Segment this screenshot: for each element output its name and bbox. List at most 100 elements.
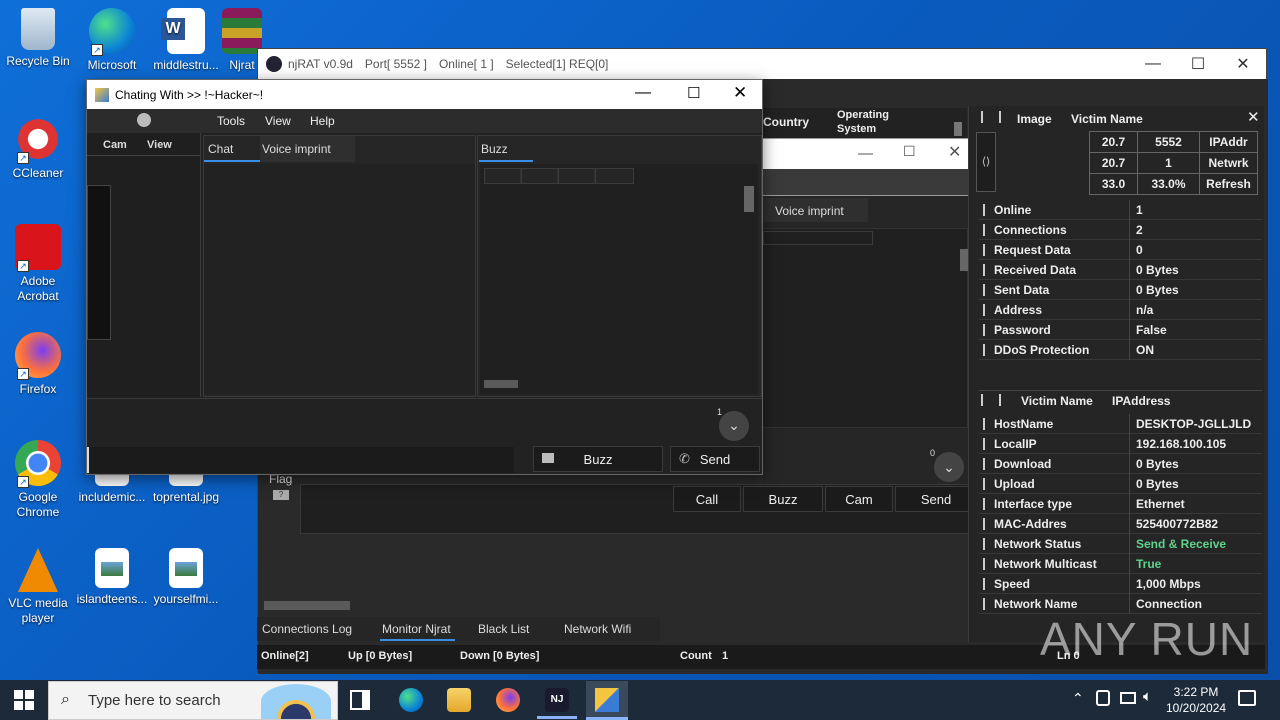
info-value: 0 — [1136, 243, 1143, 257]
info-key: Download — [994, 457, 1052, 471]
info-key: Connections — [994, 223, 1067, 237]
tab-voice-imprint[interactable]: Voice imprint — [262, 142, 331, 156]
maximize-button[interactable]: ☐ — [1175, 49, 1221, 79]
column-country[interactable]: Country — [763, 115, 809, 129]
watermark: ANY RUN — [1040, 613, 1254, 665]
info-value: False — [1136, 323, 1167, 337]
message-input[interactable] — [87, 447, 514, 473]
inner-buzz-button[interactable]: Buzz — [743, 486, 823, 512]
flag-column: Flag ? — [262, 470, 300, 530]
tab-network-wifi[interactable]: Network Wifi — [564, 622, 631, 636]
send-button[interactable]: ✆ Send — [670, 446, 760, 472]
inner-tab-voice-imprint[interactable]: Voice imprint — [775, 204, 844, 218]
task-view-icon[interactable] — [350, 690, 370, 710]
inner-minimize-button[interactable]: — — [858, 145, 873, 162]
chevron-up-icon[interactable]: ⌃ — [1072, 690, 1084, 707]
inner-maximize-button[interactable]: ☐ — [903, 143, 916, 160]
chat-close-button[interactable]: ✕ — [733, 83, 747, 103]
njrat-online: Online[ 1 ] — [438, 57, 494, 71]
buzz-button[interactable]: Buzz — [533, 446, 663, 472]
desktop-icon-njrat[interactable]: Njrat — [222, 8, 262, 73]
refresh-button[interactable]: Refresh — [1200, 174, 1257, 195]
tab-connections-log[interactable]: Connections Log — [262, 622, 352, 636]
horizontal-scrollbar-thumb[interactable] — [264, 601, 350, 610]
menu-help[interactable]: Help — [310, 114, 335, 128]
desktop-icon-vlc[interactable]: VLC media player — [0, 548, 76, 626]
taskbar-firefox-icon[interactable] — [496, 688, 520, 712]
stats-row: 20.7 5552 IPAddr — [1090, 132, 1257, 153]
defender-icon[interactable] — [1096, 690, 1110, 706]
inner-window-toolbar — [763, 169, 976, 195]
minimize-button[interactable]: — — [1130, 49, 1176, 79]
tab-monitor-njrat[interactable]: Monitor Njrat — [382, 622, 451, 636]
taskbar-edge-icon[interactable] — [399, 688, 423, 712]
info-row: Interface type Ethernet — [979, 494, 1262, 514]
desktop-icon-label: CCleaner — [12, 166, 64, 180]
menu-view[interactable]: View — [265, 114, 291, 128]
buzz-vscroll-thumb[interactable] — [744, 186, 754, 212]
scrollbar-thumb[interactable] — [954, 122, 962, 136]
inner-send-button[interactable]: Send — [895, 486, 977, 512]
header2-victim-name[interactable]: Victim Name — [1021, 394, 1093, 408]
inner-close-button[interactable]: ✕ — [948, 142, 961, 162]
tab-black-list[interactable]: Black List — [478, 622, 529, 636]
network-icon[interactable] — [1120, 692, 1136, 704]
notification-icon[interactable] — [1238, 690, 1256, 706]
inner-badge: 0 — [930, 448, 936, 458]
taskbar-njrat-icon[interactable]: NJ — [545, 688, 569, 712]
inner-cam-button[interactable]: Cam — [825, 486, 893, 512]
njrat-title: njRAT v0.9d — [288, 57, 353, 71]
taskbar-file-explorer-icon[interactable] — [447, 688, 471, 712]
taskbar-clock[interactable]: 3:22 PM 10/20/2024 — [1166, 684, 1226, 716]
header-image[interactable]: Image — [1017, 112, 1052, 126]
recycle-bin-icon — [21, 8, 55, 50]
volume-icon[interactable]: 🔈︎ — [1143, 688, 1152, 705]
chat-tabs-pane: Chat Voice imprint — [203, 135, 476, 397]
desktop-icon-chrome[interactable]: ↗ Google Chrome — [0, 440, 76, 520]
desktop-icon-ccleaner[interactable]: ↗ CCleaner — [0, 116, 76, 181]
info-row: Sent Data 0 Bytes — [979, 280, 1262, 300]
desktop-icon-recycle-bin[interactable]: Recycle Bin — [0, 8, 76, 69]
info-key: MAC-Addres — [994, 517, 1067, 531]
chat-maximize-button[interactable]: ☐ — [687, 84, 700, 102]
tab-chat[interactable]: Chat — [208, 142, 233, 156]
chat-menu-cam[interactable]: Cam — [103, 139, 127, 151]
taskbar-active-app[interactable] — [586, 681, 628, 720]
desktop-icon-label: islandteens... — [76, 592, 148, 606]
ccleaner-icon: ↗ — [15, 116, 61, 164]
panel-close-icon[interactable]: ✕ — [1247, 108, 1260, 126]
desktop-icon-yourselfmi[interactable]: yourselfmi... — [148, 548, 224, 607]
desktop-icon-edge[interactable]: ↗ Microsoft Edge — [74, 8, 150, 73]
header2-ipaddress[interactable]: IPAddress — [1112, 394, 1170, 408]
menu-tools[interactable]: Tools — [217, 114, 245, 128]
chat-menu-view[interactable]: View — [147, 139, 172, 151]
desktop-icon-label: Njrat — [229, 58, 255, 72]
inner-chevron-down-icon[interactable]: ⌄ — [934, 452, 964, 482]
chevron-down-icon[interactable]: ⌄ — [719, 411, 749, 441]
chat-minimize-button[interactable]: — — [635, 84, 651, 102]
buzz-pane: Buzz — [477, 135, 762, 397]
njrat-selected: Selected[1] REQ[0] — [505, 57, 609, 71]
acrobat-icon: ↗ — [15, 224, 61, 272]
collapse-toggle[interactable]: ⟨⟩ — [976, 132, 996, 192]
desktop-icon-middlestru[interactable]: W middlestru... — [148, 8, 224, 73]
header-victim-name[interactable]: Victim Name — [1071, 112, 1143, 126]
desktop-icon-firefox[interactable]: ↗ Firefox — [0, 332, 76, 397]
windows-start-icon[interactable] — [14, 690, 34, 710]
stats-cell: 1 — [1138, 153, 1200, 174]
column-operating-system[interactable]: Operating System — [837, 108, 917, 136]
buzz-hscroll-thumb[interactable] — [484, 380, 518, 388]
send-button-label: Send — [699, 451, 731, 467]
info-key: Upload — [994, 477, 1035, 491]
info-key: DDoS Protection — [994, 343, 1090, 357]
inner-scrollbar-thumb[interactable] — [960, 249, 968, 271]
close-button[interactable]: ✕ — [1220, 49, 1266, 79]
desktop-icon-acrobat[interactable]: ↗ Adobe Acrobat — [0, 224, 76, 304]
winrar-icon — [222, 8, 262, 54]
desktop-icon-islandteens[interactable]: islandteens... — [74, 548, 150, 607]
info-row: DDoS Protection ON — [979, 340, 1262, 360]
taskbar-search[interactable]: ⌕ Type here to search — [48, 681, 338, 720]
tab-buzz[interactable]: Buzz — [481, 142, 508, 156]
info-key: Speed — [994, 577, 1031, 591]
call-button[interactable]: Call — [673, 486, 741, 512]
